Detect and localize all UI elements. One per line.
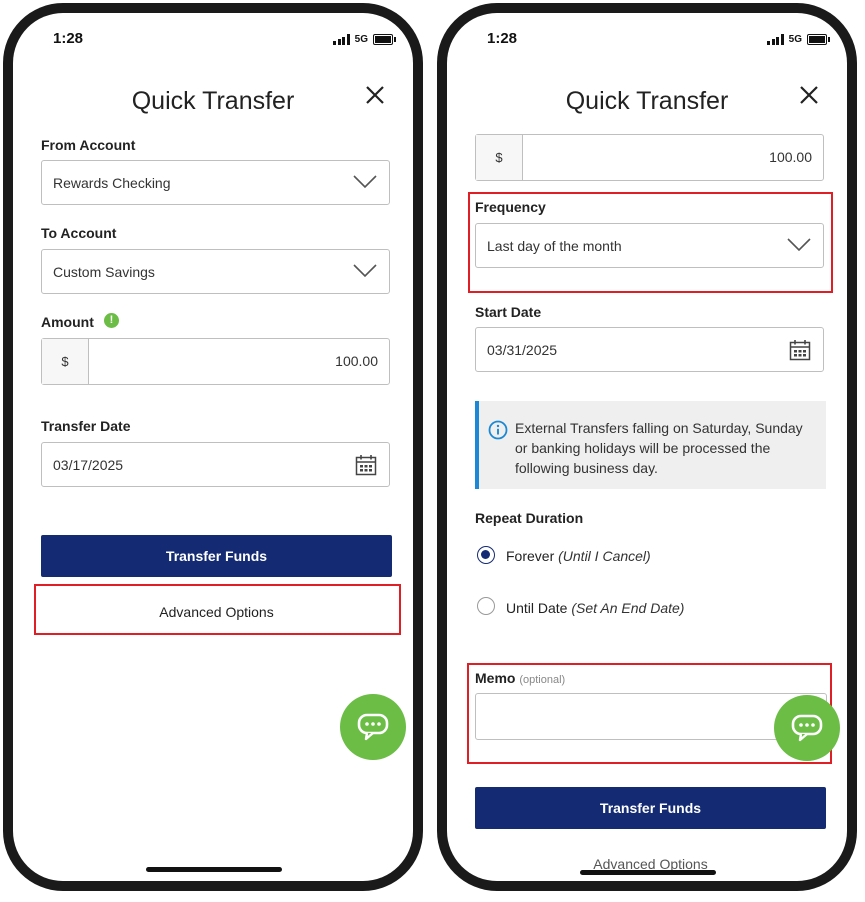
- battery-icon: [807, 34, 830, 45]
- status-icons: 5G: [767, 34, 830, 45]
- to-account-value: Custom Savings: [53, 264, 155, 280]
- transfer-funds-button[interactable]: Transfer Funds: [41, 535, 392, 577]
- chat-icon: [357, 713, 389, 741]
- chat-button[interactable]: [340, 694, 406, 760]
- amount-label: Amount: [41, 314, 94, 330]
- phone-left: 1:28 5G Quick Transfer From Account Rewa…: [3, 3, 423, 891]
- page-title: Quick Transfer: [565, 87, 729, 115]
- radio-until-date[interactable]: [477, 597, 495, 615]
- currency-symbol: $: [476, 135, 523, 180]
- chat-button[interactable]: [774, 695, 840, 761]
- amount-field[interactable]: $ 100.00: [41, 338, 390, 385]
- info-banner: External Transfers falling on Saturday, …: [475, 401, 826, 489]
- repeat-duration-label: Repeat Duration: [475, 510, 584, 526]
- status-icons: 5G: [333, 34, 396, 45]
- home-indicator: [580, 870, 716, 875]
- currency-symbol: $: [42, 339, 89, 384]
- close-icon[interactable]: [797, 83, 821, 107]
- phone-right: 1:28 5G Quick Transfer $ 100.00 Frequenc…: [437, 3, 857, 891]
- chevron-down-icon: [353, 264, 377, 278]
- from-account-select[interactable]: Rewards Checking: [41, 160, 390, 205]
- transfer-funds-button[interactable]: Transfer Funds: [475, 787, 826, 829]
- home-indicator: [146, 867, 282, 872]
- transfer-date-label: Transfer Date: [41, 418, 131, 434]
- calendar-icon[interactable]: [789, 339, 811, 361]
- network-label: 5G: [354, 34, 368, 45]
- signal-icon: [767, 34, 784, 45]
- info-icon: [488, 420, 508, 440]
- transfer-date-value: 03/17/2025: [53, 457, 124, 473]
- screen-quick-transfer: 1:28 5G Quick Transfer From Account Rewa…: [13, 13, 413, 881]
- to-account-label: To Account: [41, 225, 117, 241]
- transfer-date-field[interactable]: 03/17/2025: [41, 442, 390, 487]
- start-date-label: Start Date: [475, 304, 542, 320]
- option-label: Forever: [506, 548, 555, 564]
- signal-icon: [333, 34, 350, 45]
- radio-forever-label[interactable]: Forever (Until I Cancel): [506, 548, 651, 564]
- amount-value: 100.00: [335, 353, 378, 369]
- from-account-value: Rewards Checking: [53, 175, 171, 191]
- screen-quick-transfer-advanced: 1:28 5G Quick Transfer $ 100.00 Frequenc…: [447, 13, 847, 881]
- info-text: External Transfers falling on Saturday, …: [515, 420, 803, 476]
- highlight-box: [468, 192, 833, 293]
- alert-icon[interactable]: !: [104, 313, 119, 328]
- calendar-icon[interactable]: [355, 454, 377, 476]
- highlight-box: [34, 584, 401, 635]
- option-hint: (Set An End Date): [571, 600, 685, 616]
- to-account-select[interactable]: Custom Savings: [41, 249, 390, 294]
- status-time: 1:28: [487, 30, 518, 47]
- status-time: 1:28: [53, 30, 84, 47]
- amount-value: 100.00: [769, 149, 812, 165]
- from-account-label: From Account: [41, 137, 136, 153]
- start-date-field[interactable]: 03/31/2025: [475, 327, 824, 372]
- battery-icon: [373, 34, 396, 45]
- start-date-value: 03/31/2025: [487, 342, 558, 358]
- option-label: Until Date: [506, 600, 568, 616]
- chat-icon: [791, 714, 823, 742]
- network-label: 5G: [788, 34, 802, 45]
- option-hint: (Until I Cancel): [558, 548, 651, 564]
- close-icon[interactable]: [363, 83, 387, 107]
- page-title: Quick Transfer: [131, 87, 295, 115]
- radio-forever[interactable]: [477, 546, 495, 564]
- amount-field[interactable]: $ 100.00: [475, 134, 824, 181]
- radio-until-date-label[interactable]: Until Date (Set An End Date): [506, 600, 684, 616]
- chevron-down-icon: [353, 175, 377, 189]
